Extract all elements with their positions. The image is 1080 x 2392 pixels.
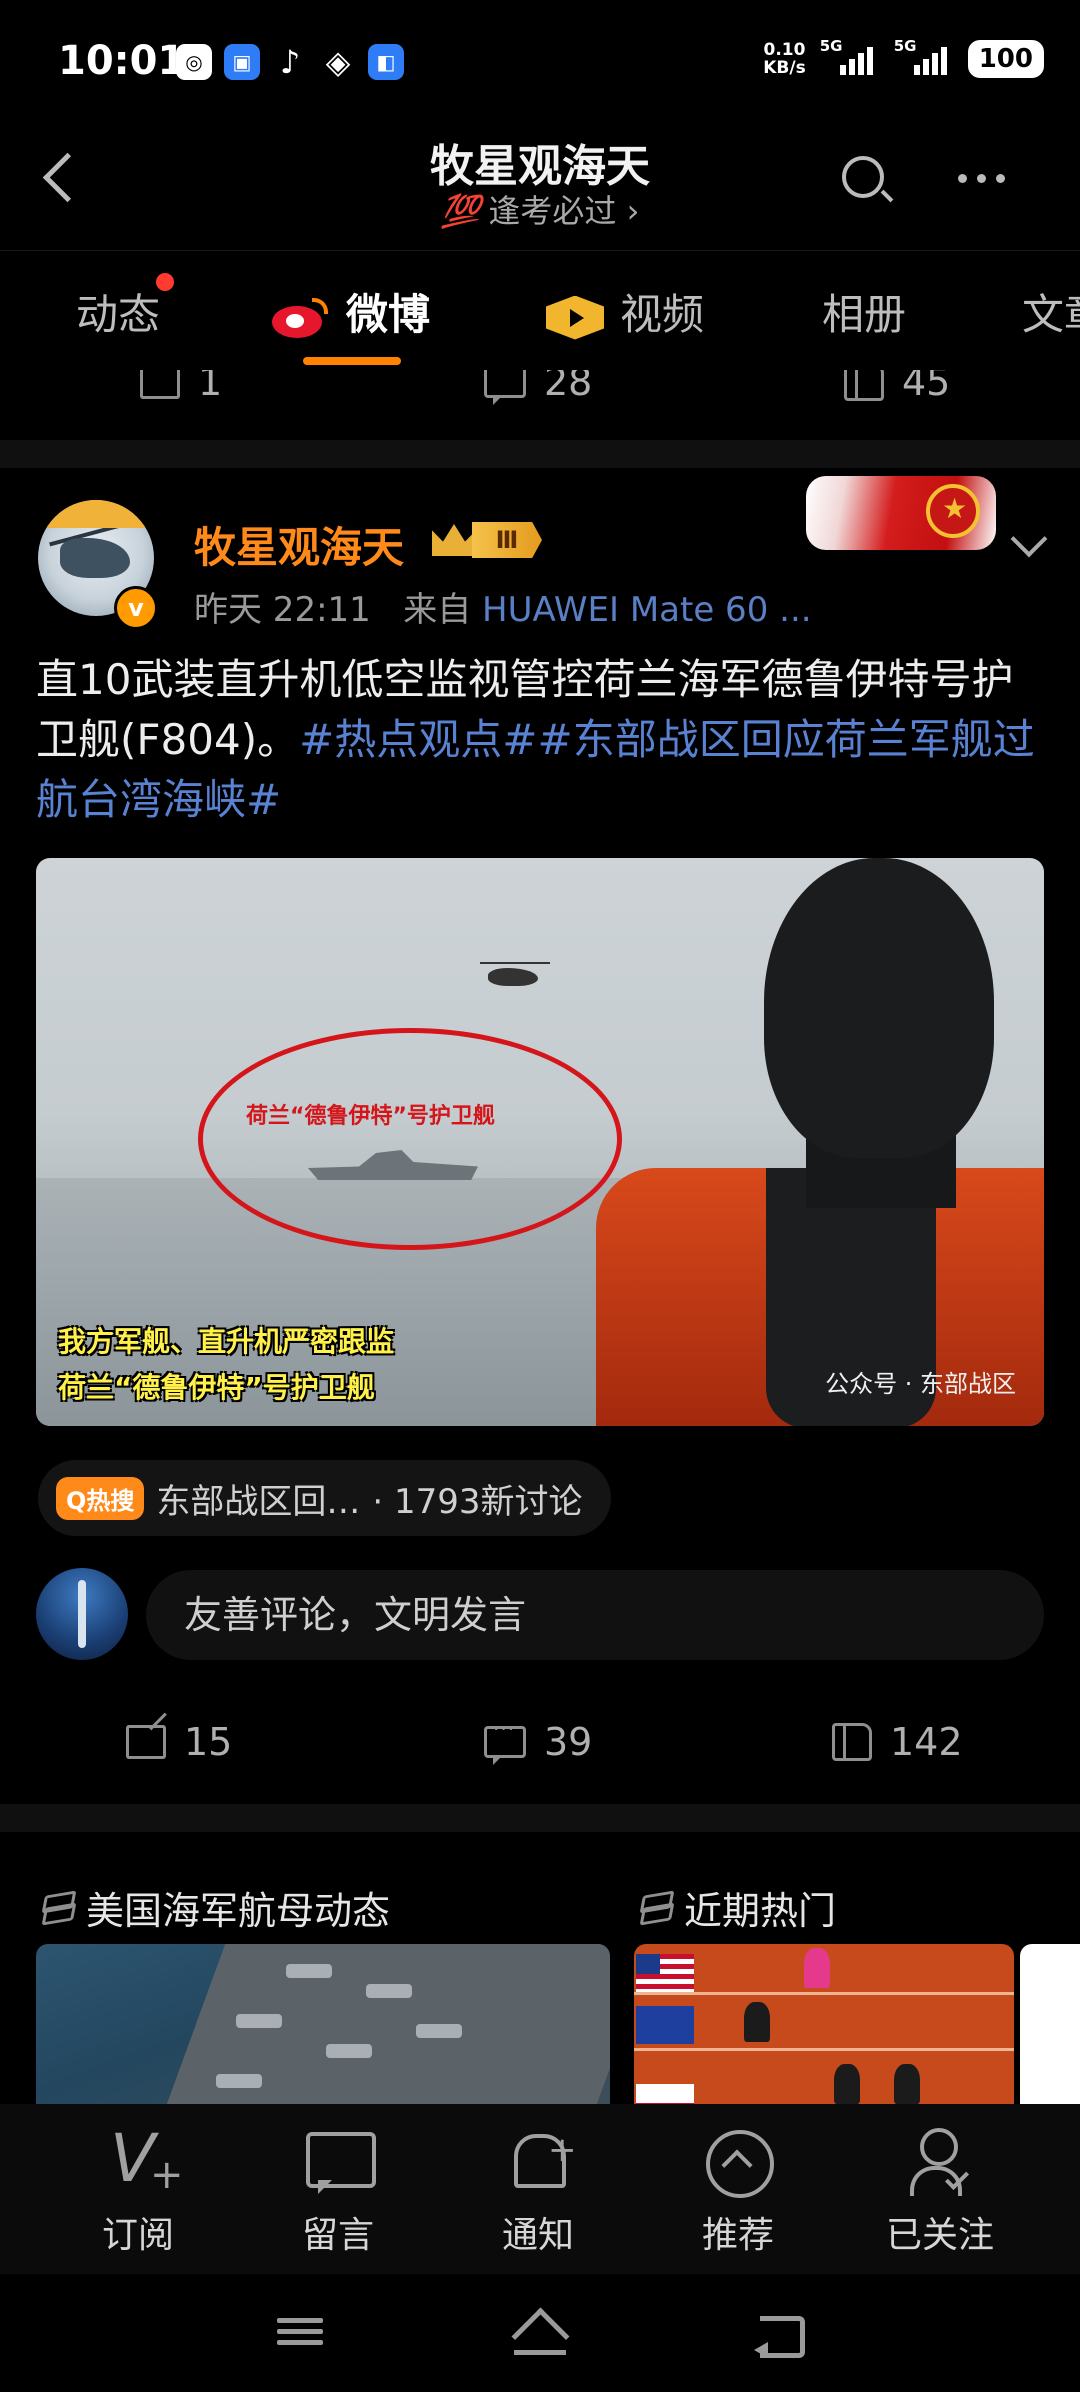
device-link[interactable]: HUAWEI Mate 60 ... bbox=[482, 590, 812, 630]
active-tab-indicator bbox=[303, 357, 401, 365]
divider bbox=[0, 1804, 1080, 1832]
repost-button[interactable]: 15 bbox=[126, 1720, 232, 1764]
helicopter-graphic bbox=[480, 962, 550, 986]
current-user-avatar bbox=[36, 1568, 128, 1660]
comment-icon bbox=[484, 1717, 526, 1765]
post-text: 直10武装直升机低空监视管控荷兰海军德鲁伊特号护卫舰(F804)。#热点观点##… bbox=[36, 655, 1035, 824]
profile-header: 牧星观海天 💯 逢考必过 › bbox=[0, 120, 1080, 250]
topic-thumbnail-carrier[interactable] bbox=[36, 1944, 610, 2104]
like-button[interactable]: 142 bbox=[832, 1720, 963, 1764]
unread-dot bbox=[156, 273, 175, 291]
status-bar: 10:01 ◎ ▣ ♪ ◈ ◧ 0.10 KB/s 5G 5G 100 bbox=[0, 0, 1080, 120]
topic-thumbnail-sports[interactable] bbox=[634, 1944, 1014, 2104]
message-icon bbox=[302, 2126, 376, 2198]
weibo-logo-icon bbox=[272, 297, 328, 338]
hundred-badge-icon: 💯 bbox=[440, 192, 481, 230]
notification-icons: ◎ ▣ ♪ ◈ ◧ bbox=[176, 43, 404, 81]
tab-album[interactable]: 相册 bbox=[822, 281, 906, 342]
topic-title[interactable]: 近期热门 bbox=[638, 1880, 836, 1935]
repost-icon bbox=[126, 1725, 166, 1759]
bell-icon bbox=[502, 2126, 577, 2198]
user-check-icon bbox=[904, 2126, 976, 2198]
verified-badge-icon: v bbox=[114, 586, 158, 630]
like-icon bbox=[844, 370, 884, 401]
comment-button[interactable]: 39 bbox=[484, 1717, 592, 1765]
network-speed: 0.10 KB/s bbox=[763, 40, 806, 78]
signal-icon: 5G bbox=[894, 37, 954, 75]
profile-tabs: 动态 微博 视频 相册 文章 bbox=[0, 250, 1080, 370]
nav-recommend[interactable]: 推荐 bbox=[668, 2126, 808, 2258]
app-notification-icon: ◎ bbox=[176, 44, 212, 80]
app-notification-icon: ▣ bbox=[224, 44, 260, 80]
image-caption: 荷兰“德鲁伊特”号护卫舰 bbox=[58, 1371, 375, 1404]
repost-icon bbox=[140, 370, 180, 399]
topic-title[interactable]: 美国海军航母动态 bbox=[40, 1880, 390, 1935]
bottom-navigation: 订阅 留言 通知 推荐 已关注 bbox=[0, 2104, 1080, 2274]
nav-following[interactable]: 已关注 bbox=[870, 2126, 1010, 2258]
level-badge: Ⅲ bbox=[472, 522, 542, 558]
nav-message[interactable]: 留言 bbox=[268, 2126, 408, 2258]
chevron-down-icon[interactable] bbox=[1008, 522, 1048, 562]
more-options-icon[interactable] bbox=[958, 174, 1005, 183]
signal-icon: 5G bbox=[820, 37, 880, 75]
page-title: 牧星观海天 bbox=[430, 141, 650, 192]
image-caption: 我方军舰、直升机严密跟监 bbox=[58, 1325, 395, 1358]
status-indicators: 0.10 KB/s 5G 5G 100 bbox=[763, 37, 1044, 78]
observer-silhouette bbox=[596, 858, 1044, 1426]
layers-icon bbox=[40, 1893, 74, 1923]
comment-button[interactable]: 28 bbox=[484, 370, 592, 405]
highlight-circle bbox=[198, 1028, 622, 1250]
tab-dynamics[interactable]: 动态 bbox=[76, 273, 175, 342]
tab-video[interactable]: 视频 bbox=[546, 281, 704, 342]
back-icon[interactable] bbox=[752, 2312, 812, 2358]
image-watermark: 公众号 · 东部战区 bbox=[825, 1370, 1016, 1398]
menu-icon[interactable] bbox=[270, 2312, 330, 2356]
author-name[interactable]: 牧星观海天 bbox=[194, 514, 404, 575]
nav-subscribe[interactable]: 订阅 bbox=[68, 2120, 208, 2258]
search-icon[interactable] bbox=[838, 152, 894, 208]
comment-input[interactable]: 友善评论，文明发言 bbox=[146, 1570, 1044, 1660]
like-icon bbox=[832, 1723, 872, 1761]
flag-decoration bbox=[806, 476, 996, 550]
like-button[interactable]: 45 bbox=[844, 370, 950, 404]
post-actions: 15 39 142 bbox=[0, 1717, 1080, 1780]
layers-icon bbox=[638, 1893, 672, 1923]
topic-thumbnail-partial[interactable] bbox=[1020, 1944, 1080, 2104]
app-notification-icon: ◈ bbox=[325, 43, 351, 81]
post-image[interactable]: 荷兰“德鲁伊特”号护卫舰 我方军舰、直升机严密跟监 荷兰“德鲁伊特”号护卫舰 公… bbox=[36, 858, 1044, 1426]
app-notification-icon: ◧ bbox=[368, 44, 404, 80]
nav-notify[interactable]: 通知 bbox=[468, 2126, 608, 2258]
post-meta: 昨天 22:11 来自 HUAWEI Mate 60 ... bbox=[194, 590, 812, 630]
recommend-icon bbox=[702, 2126, 774, 2198]
home-icon[interactable] bbox=[510, 2312, 570, 2356]
system-navigation bbox=[0, 2274, 1080, 2392]
circle-label: 荷兰“德鲁伊特”号护卫舰 bbox=[246, 1104, 495, 1129]
previous-post-actions: 1 28 45 bbox=[0, 370, 1080, 430]
hashtag-link[interactable]: #热点观点# bbox=[299, 715, 537, 764]
hot-search-chip[interactable]: Q热搜 东部战区回… · 1793新讨论 bbox=[38, 1460, 611, 1536]
clock: 10:01 bbox=[58, 38, 186, 84]
video-icon bbox=[546, 295, 604, 340]
tiktok-icon: ♪ bbox=[279, 43, 301, 81]
hot-search-badge: Q热搜 bbox=[56, 1476, 145, 1520]
comment-icon bbox=[484, 370, 526, 405]
subscribe-icon bbox=[102, 2120, 184, 2198]
divider bbox=[0, 440, 1080, 468]
profile-subtitle[interactable]: 💯 逢考必过 › bbox=[0, 186, 1080, 232]
battery-icon: 100 bbox=[967, 40, 1044, 78]
tab-weibo[interactable]: 微博 bbox=[272, 281, 430, 342]
repost-button[interactable]: 1 bbox=[140, 370, 222, 404]
tab-articles[interactable]: 文章 bbox=[1022, 281, 1080, 342]
